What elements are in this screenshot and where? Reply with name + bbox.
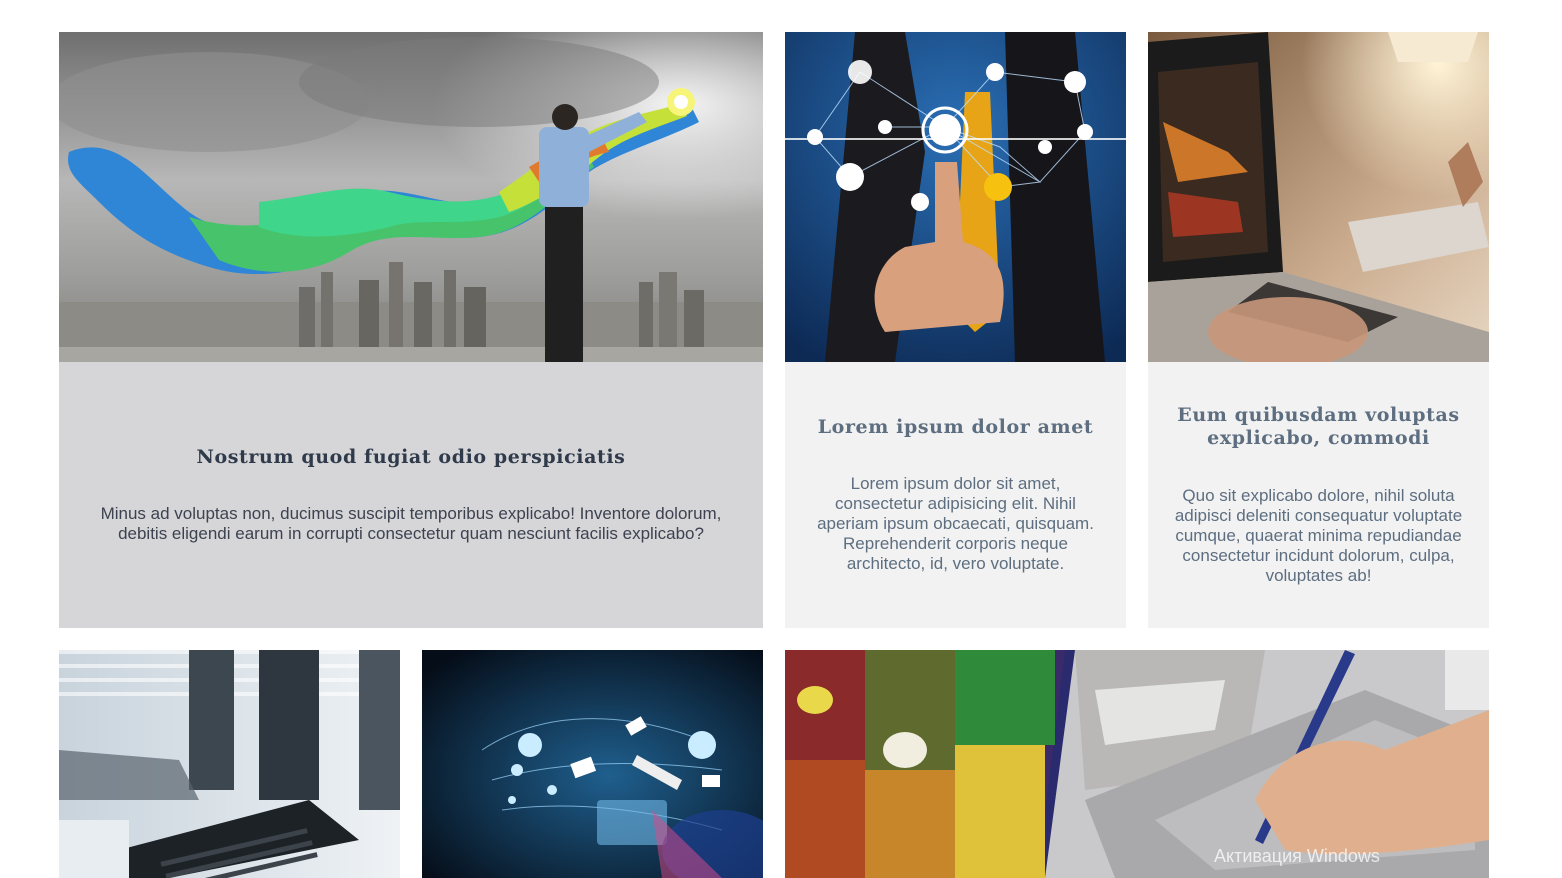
image-digital-network[interactable] — [422, 650, 763, 878]
image-office-keyboards[interactable] — [59, 650, 400, 878]
featured-card[interactable]: Nostrum quod fugiat odio perspiciatis Mi… — [59, 362, 763, 628]
image-creative-paint-splash[interactable] — [59, 32, 763, 362]
card-description: Minus ad voluptas non, ducimus suscipit … — [100, 504, 722, 543]
card-description: Quo sit explicabo dolore, nihil soluta a… — [1174, 486, 1463, 585]
card-title[interactable]: Eum quibusdam voluptas explicabo, commod… — [1174, 404, 1463, 450]
digital-network-illustration — [422, 650, 763, 878]
portfolio-grid: Nostrum quod fugiat odio perspiciatis Mi… — [0, 0, 1562, 878]
image-laptop-tablet[interactable] — [1148, 32, 1489, 362]
image-drawing-tablet[interactable] — [785, 650, 1489, 878]
network-touch-illustration — [785, 32, 1126, 362]
image-touch-network[interactable] — [785, 32, 1126, 362]
keyboard-illustration — [59, 650, 400, 878]
info-card[interactable]: Eum quibusdam voluptas explicabo, commod… — [1148, 362, 1489, 628]
card-description: Lorem ipsum dolor sit amet, consectetur … — [817, 474, 1094, 573]
paint-splash-illustration — [59, 32, 763, 362]
windows-activation-watermark: Активация Windows — [1214, 846, 1380, 866]
laptop-illustration — [1148, 32, 1489, 362]
info-card[interactable]: Lorem ipsum dolor amet Lorem ipsum dolor… — [785, 362, 1126, 628]
drawing-tablet-illustration — [785, 650, 1489, 878]
card-title[interactable]: Nostrum quod fugiat odio perspiciatis — [197, 446, 626, 468]
card-title[interactable]: Lorem ipsum dolor amet — [818, 416, 1094, 438]
